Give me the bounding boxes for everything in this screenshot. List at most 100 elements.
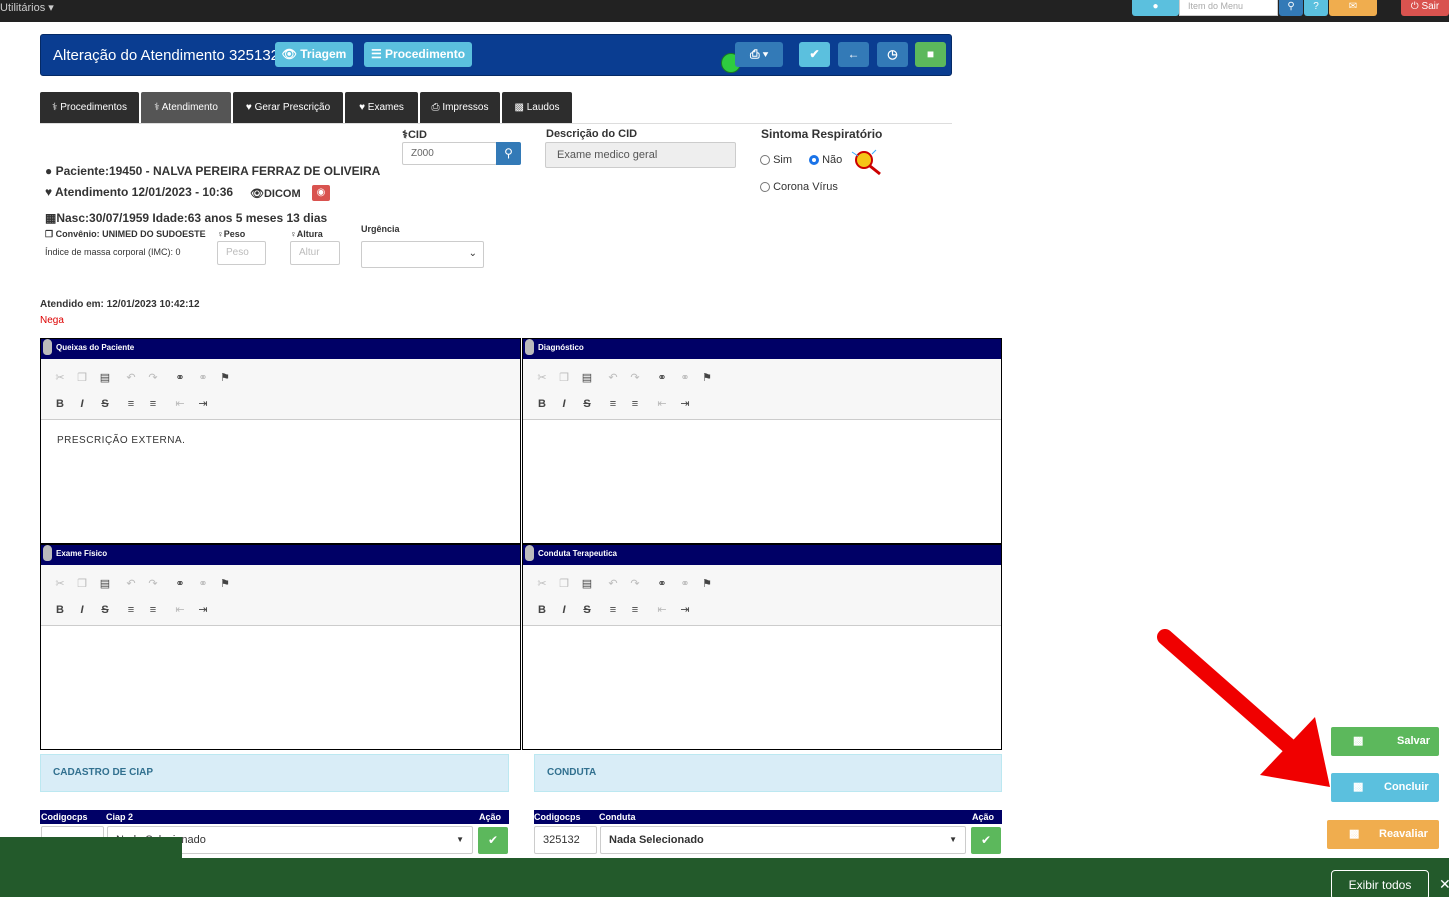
microphone-icon[interactable] [525,545,534,561]
strike-icon[interactable]: S [98,397,112,411]
triagem-button[interactable]: 👁 Triagem [275,42,353,67]
flag-icon[interactable]: ⚑ [218,577,232,591]
bold-icon[interactable]: B [53,397,67,411]
conduta-add-button[interactable]: ✔ [971,827,1001,854]
logout-button[interactable]: ⏻ Sair [1401,0,1449,16]
outdent-icon[interactable]: ⇤ [655,603,669,617]
sintoma-nao-option[interactable]: Não [809,154,842,166]
reavaliar-button[interactable]: ▩ Reavaliar [1327,820,1439,849]
link-icon[interactable]: ⚭ [655,371,669,385]
help-button[interactable]: ? [1304,0,1328,16]
numbered-list-icon[interactable]: ≡ [124,603,138,617]
tab-atendimento[interactable]: ⚕ Atendimento [141,92,231,124]
undo-icon[interactable]: ↶ [606,577,620,591]
conduta-terapeutica-editor[interactable]: Conduta Terapeutica ✂ ❐ ▤ ↶ ↷ ⚭ ⚭ ⚑ B I … [522,544,1002,750]
paste-icon[interactable]: ▤ [98,577,112,591]
flag-icon[interactable]: ⚑ [700,371,714,385]
microphone-icon[interactable] [43,339,52,355]
tab-procedimentos[interactable]: ⚕ Procedimentos [40,92,139,124]
conduta-select[interactable]: Nada Selecionado ▼ [600,826,966,854]
indent-icon[interactable]: ⇥ [196,603,210,617]
concluir-button[interactable]: ▩ Concluir [1331,773,1439,802]
copy-icon[interactable]: ❐ [557,371,571,385]
strike-icon[interactable]: S [98,603,112,617]
undo-icon[interactable]: ↶ [124,371,138,385]
indent-icon[interactable]: ⇥ [678,603,692,617]
queixas-editor[interactable]: Queixas do Paciente ✂ ❐ ▤ ↶ ↷ ⚭ ⚭ ⚑ B I … [40,338,521,544]
copy-icon[interactable]: ❐ [557,577,571,591]
paste-icon[interactable]: ▤ [580,577,594,591]
corona-virus-option[interactable]: Corona Vírus [760,181,838,193]
redo-icon[interactable]: ↷ [628,371,642,385]
link-icon[interactable]: ⚭ [173,371,187,385]
video-button[interactable]: ■ [915,42,946,67]
bold-icon[interactable]: B [535,603,549,617]
exame-fisico-editor[interactable]: Exame Físico ✂ ❐ ▤ ↶ ↷ ⚭ ⚭ ⚑ B I S ≡ ≡ ⇤… [40,544,521,750]
flag-icon[interactable]: ⚑ [218,371,232,385]
indent-icon[interactable]: ⇥ [678,397,692,411]
alert-badge[interactable]: ◉ [312,185,330,201]
bold-icon[interactable]: B [535,397,549,411]
back-button[interactable]: ← [838,42,869,67]
numbered-list-icon[interactable]: ≡ [606,603,620,617]
cut-icon[interactable]: ✂ [53,577,67,591]
microphone-icon[interactable] [525,339,534,355]
cid-search-button[interactable]: ⚲ [496,142,521,165]
paste-icon[interactable]: ▤ [580,371,594,385]
redo-icon[interactable]: ↷ [146,577,160,591]
cut-icon[interactable]: ✂ [535,577,549,591]
tab-laudos[interactable]: ▩ Laudos [502,92,572,124]
cut-icon[interactable]: ✂ [53,371,67,385]
italic-icon[interactable]: I [557,397,571,411]
procedimento-button[interactable]: ☰ Procedimento [364,42,472,67]
ciap-add-button[interactable]: ✔ [478,827,508,854]
unlink-icon[interactable]: ⚭ [196,371,210,385]
unlink-icon[interactable]: ⚭ [678,577,692,591]
unlink-icon[interactable]: ⚭ [196,577,210,591]
confirm-button[interactable]: ✔ [799,42,830,67]
outdent-icon[interactable]: ⇤ [655,397,669,411]
paste-icon[interactable]: ▤ [98,371,112,385]
user-button[interactable]: ● [1132,0,1179,16]
flag-icon[interactable]: ⚑ [700,577,714,591]
redo-icon[interactable]: ↷ [628,577,642,591]
copy-icon[interactable]: ❐ [75,577,89,591]
italic-icon[interactable]: I [75,397,89,411]
peso-input[interactable]: Peso [217,241,266,265]
outdent-icon[interactable]: ⇤ [173,397,187,411]
bullet-list-icon[interactable]: ≡ [628,397,642,411]
bullet-list-icon[interactable]: ≡ [146,603,160,617]
print-dropdown-button[interactable]: ⎙ ▾ [735,42,783,67]
strike-icon[interactable]: S [580,397,594,411]
numbered-list-icon[interactable]: ≡ [606,397,620,411]
bullet-list-icon[interactable]: ≡ [146,397,160,411]
numbered-list-icon[interactable]: ≡ [124,397,138,411]
mail-button[interactable]: ✉ [1329,0,1377,16]
microphone-icon[interactable] [43,545,52,561]
bullet-list-icon[interactable]: ≡ [628,603,642,617]
dicom-link[interactable]: 👁DICOM [250,187,301,200]
history-button[interactable]: ◷ [877,42,908,67]
diagnostico-editor[interactable]: Diagnóstico ✂ ❐ ▤ ↶ ↷ ⚭ ⚭ ⚑ B I S ≡ ≡ ⇤ … [522,338,1002,544]
undo-icon[interactable]: ↶ [124,577,138,591]
menu-utilitarios[interactable]: Utilitários ▾ [0,1,54,14]
cid-input[interactable]: Z000 [402,142,497,165]
urgencia-select[interactable]: ⌄ [361,241,484,268]
outdent-icon[interactable]: ⇤ [173,603,187,617]
sintoma-sim-option[interactable]: Sim [760,154,792,166]
copy-icon[interactable]: ❐ [75,371,89,385]
conduta-code-input[interactable]: 325132 [534,826,597,854]
italic-icon[interactable]: I [75,603,89,617]
download-item[interactable] [0,837,182,858]
search-button[interactable]: ⚲ [1279,0,1303,16]
radio-nao[interactable] [809,155,819,166]
tab-gerar-prescricao[interactable]: ♥ Gerar Prescrição [233,92,343,124]
tab-exames[interactable]: ♥ Exames [345,92,418,124]
cut-icon[interactable]: ✂ [535,371,549,385]
close-icon[interactable]: ✕ [1439,876,1449,893]
menu-search-input[interactable]: Item do Menu [1179,0,1278,16]
italic-icon[interactable]: I [557,603,571,617]
radio-corona[interactable] [760,182,770,193]
undo-icon[interactable]: ↶ [606,371,620,385]
indent-icon[interactable]: ⇥ [196,397,210,411]
